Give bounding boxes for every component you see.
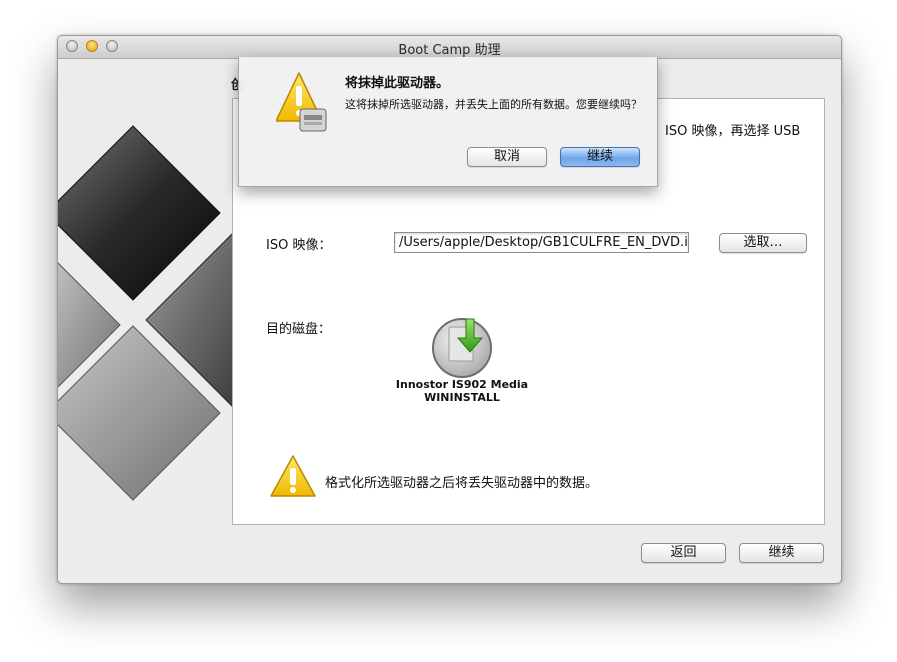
disk-name-line1: Innostor IS902 Media <box>395 378 529 391</box>
warning-icon <box>270 455 316 497</box>
usb-disk-icon[interactable] <box>430 316 494 378</box>
cancel-button[interactable]: 取消 <box>467 147 547 167</box>
format-warning-text: 格式化所选驱动器之后将丢失驱动器中的数据。 <box>325 476 599 491</box>
caution-drive-icon <box>276 72 327 132</box>
sheet-continue-button[interactable]: 继续 <box>560 147 640 167</box>
windows-logo-graphic <box>58 125 233 501</box>
sheet-message: 这将抹掉所选驱动器，并丢失上面的所有数据。您要继续吗？ <box>345 98 642 111</box>
destination-disk-label: 目的磁盘： <box>266 322 332 337</box>
window-title: Boot Camp 助理 <box>398 43 501 58</box>
disk-name: Innostor IS902 Media WININSTALL <box>394 378 530 404</box>
erase-confirmation-sheet: 将抹掉此驱动器。 这将抹掉所选驱动器，并丢失上面的所有数据。您要继续吗？ 取消 … <box>238 57 658 187</box>
choose-button[interactable]: 选取… <box>719 233 807 253</box>
back-button[interactable]: 返回 <box>641 543 726 563</box>
sheet-title: 将抹掉此驱动器。 <box>345 76 450 91</box>
continue-button[interactable]: 继续 <box>739 543 824 563</box>
disk-name-line2: WININSTALL <box>424 391 500 404</box>
title-bar[interactable]: Boot Camp 助理 <box>58 36 841 59</box>
instructions-text: ISO 映像，再选择 USB <box>665 124 801 139</box>
iso-path-field[interactable]: /Users/apple/Desktop/GB1CULFRE_EN_DVD.is… <box>394 232 689 253</box>
iso-label: ISO 映像： <box>266 238 332 253</box>
